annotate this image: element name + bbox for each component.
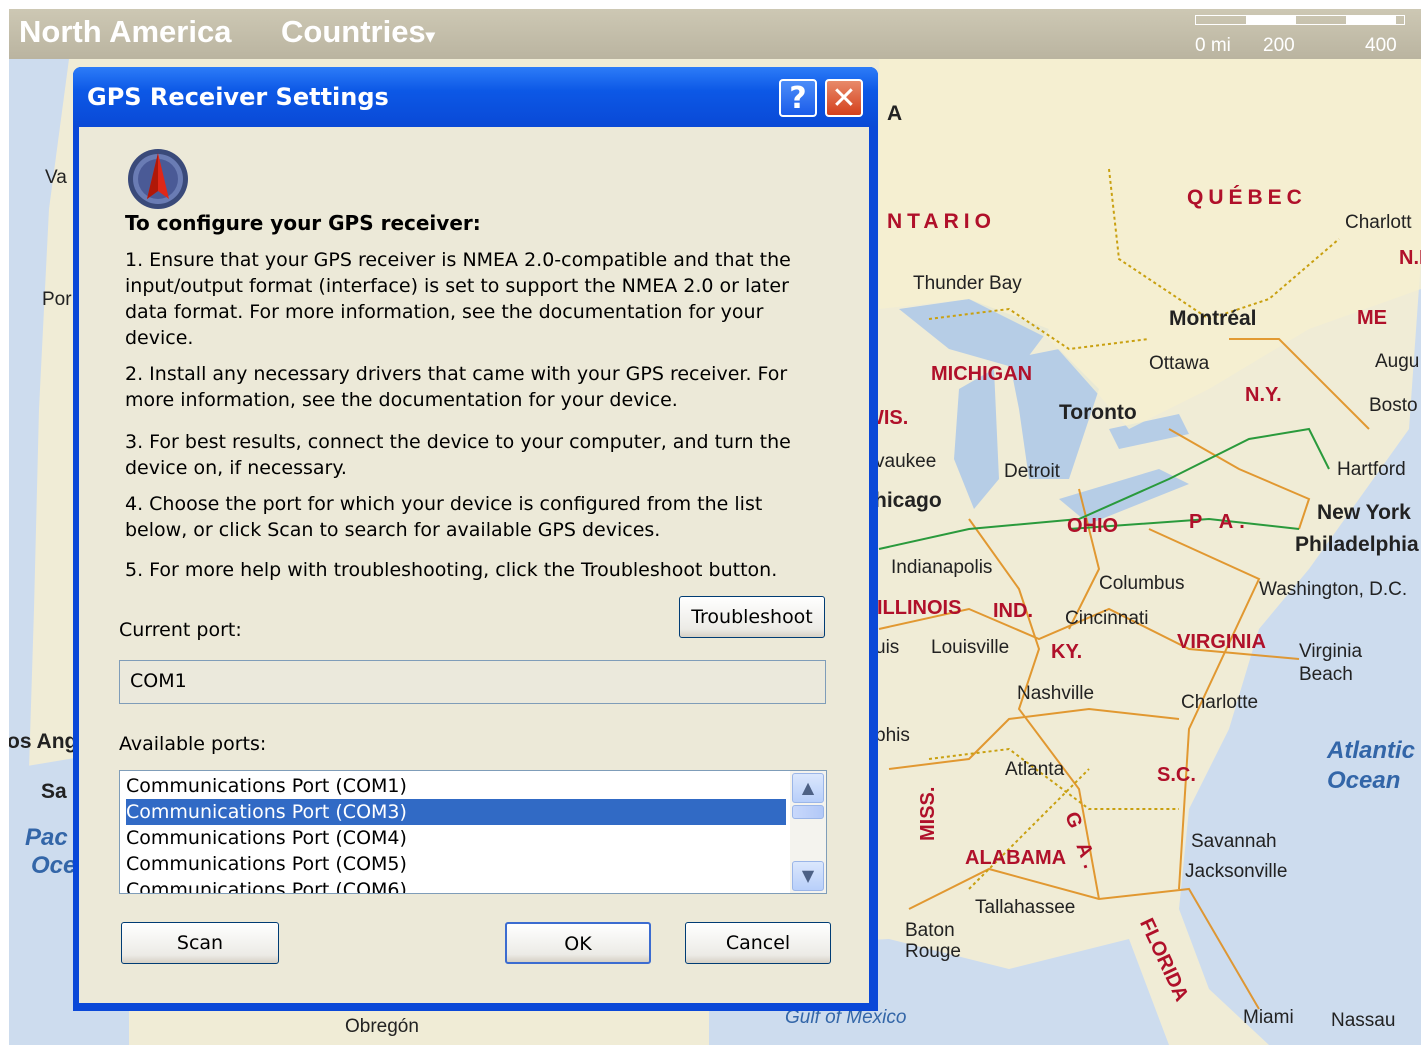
map-label: Obregón <box>345 1016 419 1037</box>
map-label: Bosto <box>1369 395 1418 416</box>
map-label: ME <box>1357 307 1387 329</box>
instruction-step-4: 4. Choose the port for which your device… <box>125 493 763 541</box>
map-label: OHIO <box>1067 515 1119 537</box>
map-label: Toronto <box>1059 401 1137 424</box>
map-label: hicago <box>874 489 942 512</box>
list-item[interactable]: Communications Port (COM5) <box>126 851 786 877</box>
scan-button[interactable]: Scan <box>121 922 279 964</box>
map-label: Jacksonville <box>1185 861 1288 882</box>
map-label: P A. <box>1189 511 1251 533</box>
map-label: N.Y. <box>1245 384 1282 406</box>
map-label: NTARIO <box>887 210 996 233</box>
cancel-button[interactable]: Cancel <box>685 922 831 964</box>
list-item[interactable]: Communications Port (COM6) <box>126 877 786 893</box>
instruction-step-3: 3. For best results, connect the device … <box>125 431 791 479</box>
map-label: Virginia <box>1299 641 1363 662</box>
ok-button[interactable]: OK <box>505 922 651 964</box>
map-label: uis <box>875 637 900 658</box>
map-label: Washington, D.C. <box>1259 579 1408 600</box>
map-label: Charlotte <box>1181 692 1259 713</box>
map-label: Indianapolis <box>891 557 993 578</box>
list-item[interactable]: Communications Port (COM3) <box>126 799 786 825</box>
map-label: MICHIGAN <box>931 363 1033 385</box>
map-label: Louisville <box>931 637 1010 658</box>
map-label: KY. <box>1051 641 1083 663</box>
available-ports-label: Available ports: <box>119 733 267 755</box>
map-label: Nashville <box>1017 683 1095 704</box>
help-button[interactable]: ? <box>779 79 817 117</box>
gps-settings-dialog: GPS Receiver Settings ? ✕ To configure y… <box>73 67 878 1011</box>
map-label: Ocean <box>1327 767 1401 794</box>
map-label: Ottawa <box>1149 353 1210 374</box>
instruction-step-2: 2. Install any necessary drivers that ca… <box>125 363 788 411</box>
map-label: Oce <box>31 852 77 879</box>
scale-tick: 400 <box>1365 35 1397 56</box>
list-item[interactable]: Communications Port (COM1) <box>126 773 786 799</box>
map-label: Augu <box>1375 351 1420 372</box>
scale-bar: 0 mi 200 400 <box>1195 13 1421 59</box>
list-item[interactable]: Communications Port (COM4) <box>126 825 786 851</box>
dialog-body: To configure your GPS receiver: 1. Ensur… <box>79 127 869 1003</box>
available-ports-list[interactable]: Communications Port (COM1) Communication… <box>119 770 827 894</box>
map-label: Beach <box>1299 664 1353 685</box>
countries-menu-label: Countries <box>281 14 426 49</box>
current-port-field: COM1 <box>119 660 826 704</box>
map-label: Thunder Bay <box>913 273 1022 294</box>
countries-menu[interactable]: Countries▾ <box>281 14 435 50</box>
chevron-down-icon: ▾ <box>425 26 435 46</box>
scroll-thumb[interactable] <box>792 805 824 819</box>
map-label: Columbus <box>1099 573 1185 594</box>
map-label: Sa <box>41 780 67 803</box>
map-label: Rouge <box>905 941 961 962</box>
map-label: Pac <box>25 824 68 851</box>
scale-tick: 200 <box>1263 35 1295 56</box>
map-label: New York <box>1317 501 1411 524</box>
map-label: QUÉBEC <box>1187 186 1307 209</box>
map-label: Montréal <box>1169 307 1257 330</box>
close-button[interactable]: ✕ <box>825 79 863 117</box>
map-label: Baton <box>905 920 955 941</box>
map-label: Por <box>42 289 72 310</box>
map-label: Atlantic <box>1327 737 1416 764</box>
dialog-title: GPS Receiver Settings <box>87 83 389 111</box>
scroll-down-icon[interactable]: ▼ <box>792 861 824 891</box>
map-label: phis <box>875 725 910 746</box>
map-label: IND. <box>993 600 1033 622</box>
map-label: Nassau <box>1331 1010 1396 1031</box>
map-label: VIRGINIA <box>1177 631 1266 653</box>
troubleshoot-button[interactable]: Troubleshoot <box>679 596 825 638</box>
scroll-up-icon[interactable]: ▲ <box>792 773 824 803</box>
map-label: S.C. <box>1157 764 1196 786</box>
map-header: North America Countries▾ 0 mi 200 400 <box>9 9 1421 59</box>
scale-tick: 0 mi <box>1195 35 1231 56</box>
map-label: Miami <box>1243 1007 1294 1028</box>
instruction-step-1: 1. Ensure that your GPS receiver is NMEA… <box>125 249 791 349</box>
map-label: N.I <box>1399 247 1421 269</box>
map-label: os Ang <box>9 730 78 753</box>
instruction-step-5: 5. For more help with troubleshooting, c… <box>125 559 778 581</box>
map-label: Detroit <box>1004 461 1060 482</box>
map-label: Hartford <box>1337 459 1406 480</box>
map-label: Cincinnati <box>1065 608 1149 629</box>
map-label: A <box>887 102 903 125</box>
map-label: Savannah <box>1191 831 1277 852</box>
scale-bar-track <box>1195 15 1405 25</box>
map-label: ILLINOIS <box>877 597 962 619</box>
map-label: ALABAMA <box>965 847 1067 869</box>
map-label: Atlanta <box>1005 759 1065 780</box>
map-label: vaukee <box>875 451 937 472</box>
current-port-label: Current port: <box>119 619 242 641</box>
gps-compass-icon <box>128 149 188 209</box>
dialog-titlebar[interactable]: GPS Receiver Settings ? ✕ <box>73 67 878 127</box>
map-label: Philadelphia <box>1295 533 1419 556</box>
map-label: Charlott <box>1345 212 1412 233</box>
map-label: Va <box>45 167 67 188</box>
map-label: MISS. <box>917 786 939 841</box>
list-scrollbar[interactable]: ▲ ▼ <box>790 771 826 893</box>
instructions-heading: To configure your GPS receiver: <box>125 211 481 235</box>
region-title: North America <box>19 14 232 49</box>
map-label: Tallahassee <box>975 897 1076 918</box>
